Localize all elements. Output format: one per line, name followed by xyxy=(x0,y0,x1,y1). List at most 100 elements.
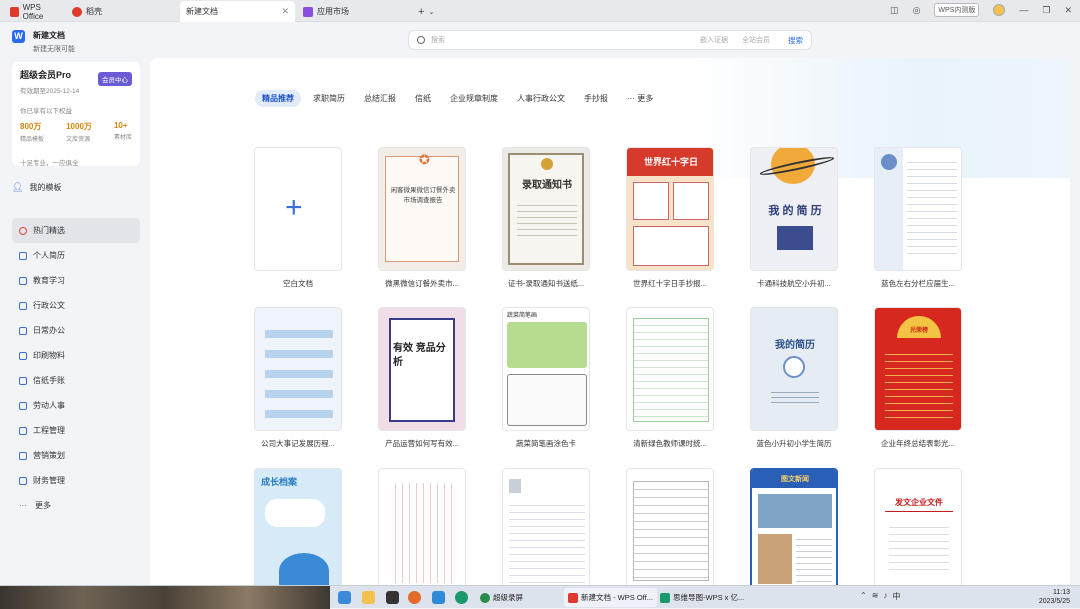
template-card[interactable]: 我的简历 xyxy=(750,307,838,431)
marketing-icon xyxy=(19,451,27,460)
template-card[interactable]: 我 的 简 历 xyxy=(750,147,838,271)
start-icon[interactable] xyxy=(338,591,351,604)
category-tab[interactable]: 求职简历 xyxy=(306,90,352,107)
taskbar-app[interactable]: 新建文档 - WPS Off... xyxy=(564,588,657,607)
template-caption[interactable]: 公司大事记发展历程... xyxy=(248,438,348,449)
tab-app-market[interactable]: 应用市场 xyxy=(297,1,407,22)
template-card[interactable]: 光荣榜 xyxy=(874,307,962,431)
edge-icon[interactable] xyxy=(455,591,468,604)
clock-time: 11:13 xyxy=(1053,589,1070,596)
tab-label: 应用市场 xyxy=(317,7,349,16)
nav-item-label: 财务管理 xyxy=(33,476,65,485)
nav-item[interactable]: 营销策划 xyxy=(12,443,140,468)
avatar[interactable] xyxy=(993,4,1006,16)
category-tab[interactable]: 企业规章制度 xyxy=(443,90,505,107)
my-templates-link[interactable]: 👤︎ 我的模板 xyxy=(12,182,61,193)
template-card[interactable]: 世界红十字日 xyxy=(626,147,714,271)
category-tab[interactable]: 信纸 xyxy=(408,90,438,107)
speaker-icon[interactable]: ♪ xyxy=(883,591,887,602)
nav-item[interactable]: 工程管理 xyxy=(12,418,140,443)
vip-center-button[interactable]: 会员中心 xyxy=(98,72,132,86)
category-tab[interactable]: 手抄报 xyxy=(577,90,615,107)
taskbar-app[interactable]: 思维导图-WPS x 亿... xyxy=(656,588,748,607)
template-card[interactable] xyxy=(626,307,714,431)
mindmap-icon xyxy=(660,592,670,603)
app-icon[interactable] xyxy=(386,591,399,604)
search-bar[interactable]: 搜索 嵌入证据 全站会员 搜索 xyxy=(408,30,812,50)
nav-item-label: 劳动人事 xyxy=(33,401,65,410)
template-caption[interactable]: 蔬菜简笔画涂色卡 xyxy=(496,438,596,449)
wps-icon xyxy=(568,592,578,603)
restore-icon[interactable]: ❐ xyxy=(1042,5,1050,16)
layout-icon[interactable]: ◫ xyxy=(890,5,899,16)
category-tab[interactable]: 人事行政公文 xyxy=(510,90,572,107)
template-caption[interactable]: 蓝色左右分栏应届生... xyxy=(868,278,968,289)
taskbar-app[interactable]: 超级录屏 xyxy=(476,588,527,607)
template-card[interactable] xyxy=(254,307,342,431)
nav-item[interactable]: 日常办公 xyxy=(12,318,140,343)
nav-item-label: 个人简历 xyxy=(33,251,65,260)
thumb-title: 成长档案 xyxy=(261,477,298,487)
ime-indicator[interactable]: 中 xyxy=(892,591,900,602)
wifi-icon[interactable]: ≋ xyxy=(872,591,879,602)
nav-item[interactable]: 劳动人事 xyxy=(12,393,140,418)
nav-item[interactable]: 行政公文 xyxy=(12,293,140,318)
thumb-title: 世界红十字日 xyxy=(643,157,698,167)
template-caption[interactable]: 空白文档 xyxy=(248,278,348,289)
template-card[interactable]: 录取通知书 xyxy=(502,147,590,271)
nav-item[interactable]: 个人简历 xyxy=(12,243,140,268)
template-card[interactable]: 图文新闻 xyxy=(750,468,838,585)
template-card[interactable] xyxy=(502,468,590,585)
template-card[interactable]: 有效 竞品分析 xyxy=(378,307,466,431)
thumb-title: 光荣榜 xyxy=(909,328,928,334)
category-tab[interactable]: 精品推荐 xyxy=(255,90,301,107)
search-button[interactable]: 搜索 xyxy=(788,35,803,46)
search-option[interactable]: 全站会员 xyxy=(742,35,770,45)
template-caption[interactable]: 清新绿色教师课时统... xyxy=(620,438,720,449)
template-card[interactable]: ✪ 闲客微果微信订餐外卖市场调查报告 xyxy=(378,147,466,271)
nav-item[interactable]: ··· 更多 xyxy=(12,493,140,518)
close-window-icon[interactable]: ✕ xyxy=(1064,5,1072,16)
template-caption[interactable]: 微黑微信订餐外卖市... xyxy=(372,278,472,289)
beta-badge[interactable]: WPS内测版 xyxy=(934,3,980,17)
folder-icon[interactable] xyxy=(362,591,375,604)
tab-wps-office[interactable]: WPS Office xyxy=(4,1,64,22)
nav-item[interactable]: 财务管理 xyxy=(12,468,140,493)
template-caption[interactable]: 卡通科技航空小升初... xyxy=(744,278,844,289)
template-caption[interactable]: 世界红十字日手抄报... xyxy=(620,278,720,289)
minimize-icon[interactable]: — xyxy=(1019,5,1028,15)
nav-item[interactable]: 热门精选 xyxy=(12,218,140,243)
nav-item[interactable]: 印刷物料 xyxy=(12,343,140,368)
template-card[interactable] xyxy=(874,147,962,271)
close-icon[interactable]: ✕ xyxy=(281,6,289,17)
template-card[interactable]: 蔬菜简笔画 xyxy=(502,307,590,431)
new-tab-button[interactable]: + ⌄ xyxy=(412,1,442,22)
print-icon xyxy=(19,351,27,360)
tab-new-document[interactable]: 新建文档 ✕ xyxy=(180,1,295,22)
resume-icon xyxy=(19,251,27,260)
template-card[interactable]: 成长档案 xyxy=(254,468,342,585)
template-card[interactable] xyxy=(378,468,466,585)
template-caption[interactable]: 产品运营如何写有效... xyxy=(372,438,472,449)
template-caption[interactable]: 证书-录取通知书送纸... xyxy=(496,278,596,289)
template-caption[interactable]: 企业年终总结表彰光... xyxy=(868,438,968,449)
chevron-up-icon[interactable]: ⌃ xyxy=(860,591,867,602)
search-input[interactable]: 搜索 xyxy=(431,35,686,45)
recorder-icon xyxy=(480,592,490,603)
mail-icon[interactable] xyxy=(432,591,445,604)
search-option[interactable]: 嵌入证据 xyxy=(700,35,728,45)
nav-item[interactable]: 信纸手账 xyxy=(12,368,140,393)
browser-icon[interactable] xyxy=(408,591,421,604)
blank-document-card[interactable]: + xyxy=(254,147,342,271)
template-card[interactable] xyxy=(626,468,714,585)
skin-icon[interactable]: ◎ xyxy=(913,5,921,16)
category-tab[interactable]: ··· 更多 xyxy=(620,90,660,107)
more-icon: ··· xyxy=(19,500,27,510)
nav-item[interactable]: 教育学习 xyxy=(12,268,140,293)
template-caption[interactable]: 蓝色小升初小学生简历 xyxy=(744,438,844,449)
category-tab[interactable]: 总结汇报 xyxy=(357,90,403,107)
template-card[interactable]: 发文企业文件 xyxy=(874,468,962,585)
finance-icon xyxy=(19,476,27,485)
clock[interactable]: 11:13 2023/5/25 xyxy=(1039,588,1070,606)
tab-daoke[interactable]: 稻壳 xyxy=(66,1,126,22)
